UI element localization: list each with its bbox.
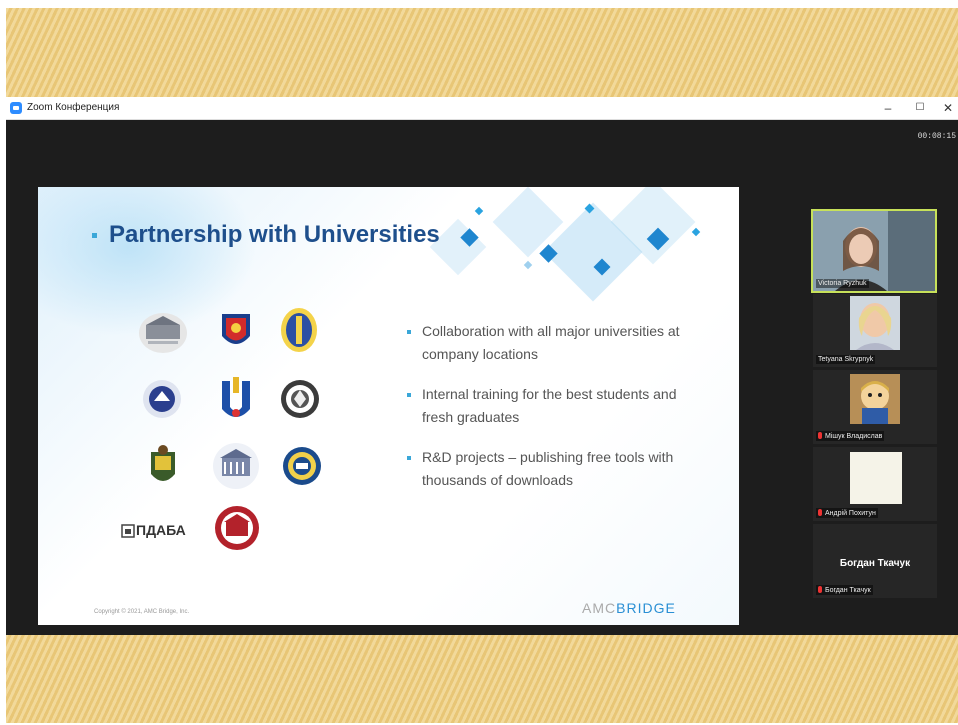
brand-logo: AMCBRIDGE bbox=[582, 600, 676, 616]
pdaba-logo-text: ПДАБА bbox=[136, 522, 186, 538]
university-logo bbox=[139, 313, 187, 353]
brand-part2: BRIDGE bbox=[616, 600, 676, 616]
university-logo bbox=[143, 380, 181, 418]
university-logo bbox=[283, 447, 321, 485]
participant-tile-victoria[interactable]: Victoria Ryzhuk bbox=[811, 209, 937, 293]
participant-name: Victoria Ryzhuk bbox=[816, 279, 869, 288]
bullet-marker bbox=[407, 393, 411, 397]
meeting-timer: 00:08:15 bbox=[917, 132, 956, 141]
muted-mic-icon bbox=[818, 509, 822, 516]
bullet-text: R&D projects – publishing free tools wit… bbox=[422, 449, 674, 488]
participant-avatar bbox=[850, 374, 900, 424]
title-bullet bbox=[92, 233, 97, 238]
participant-avatar bbox=[850, 452, 902, 504]
decor-diamond bbox=[523, 260, 533, 270]
slide-bullet: Collaboration with all major universitie… bbox=[405, 320, 705, 366]
university-logo bbox=[281, 380, 319, 418]
maximize-button[interactable]: ☐ bbox=[910, 99, 930, 117]
slide-bullet: Internal training for the best students … bbox=[405, 383, 705, 429]
university-logo bbox=[215, 506, 259, 550]
slide-bullet: R&D projects – publishing free tools wit… bbox=[405, 446, 705, 492]
participant-tile-bohdan[interactable]: Богдан Ткачук Богдан Ткачук bbox=[813, 524, 937, 598]
zoom-window: Zoom Конференция – ☐ ✕ 00:08:15 Partners… bbox=[6, 97, 958, 635]
decor-diamond bbox=[474, 206, 484, 216]
slide-title: Partnership with Universities bbox=[109, 221, 440, 248]
participant-tile-andriy[interactable]: Андрій Похитун bbox=[813, 447, 937, 521]
window-title: Zoom Конференция bbox=[27, 102, 120, 113]
muted-mic-icon bbox=[818, 586, 822, 593]
university-logo bbox=[222, 377, 250, 417]
participant-name: Мішук Владислав bbox=[816, 431, 885, 441]
participant-tile-mishuk[interactable]: Мішук Владислав bbox=[813, 370, 937, 444]
window-titlebar[interactable]: Zoom Конференция – ☐ ✕ bbox=[6, 97, 958, 120]
muted-mic-icon bbox=[818, 432, 822, 439]
decorative-band-top bbox=[6, 8, 958, 98]
bullet-marker bbox=[407, 330, 411, 334]
bullet-text: Internal training for the best students … bbox=[422, 386, 677, 425]
decor-diamond bbox=[691, 227, 701, 237]
participant-name: Богдан Ткачук bbox=[816, 585, 873, 595]
shared-screen-slide: Partnership with Universities ПДАБА Coll… bbox=[38, 187, 739, 625]
participant-avatar bbox=[850, 296, 900, 350]
participant-name-text: Богдан Ткачук bbox=[825, 587, 871, 594]
close-button[interactable]: ✕ bbox=[938, 99, 958, 117]
university-logo bbox=[222, 314, 250, 344]
slide-copyright: Copyright © 2021, AMC Bridge, Inc. bbox=[94, 609, 190, 615]
participant-name: Tetyana Skrypnyk bbox=[816, 355, 876, 364]
university-logo bbox=[213, 443, 259, 489]
university-logo bbox=[281, 308, 317, 352]
zoom-app-icon bbox=[10, 102, 22, 114]
pdaba-logo-icon bbox=[121, 524, 135, 538]
slide-bullet-list: Collaboration with all major universitie… bbox=[405, 320, 705, 509]
bullet-text: Collaboration with all major universitie… bbox=[422, 323, 680, 362]
participant-display-name: Богдан Ткачук bbox=[839, 558, 911, 569]
participant-name-text: Андрій Похитун bbox=[825, 510, 876, 517]
decorative-band-bottom bbox=[6, 633, 958, 723]
bullet-marker bbox=[407, 456, 411, 460]
minimize-button[interactable]: – bbox=[878, 99, 898, 117]
university-logo bbox=[151, 445, 175, 481]
participant-name: Андрій Похитун bbox=[816, 508, 878, 518]
participant-tile-tetyana[interactable]: Tetyana Skrypnyk bbox=[813, 294, 937, 367]
brand-part1: AMC bbox=[582, 600, 617, 616]
participant-name-text: Мішук Владислав bbox=[825, 433, 883, 440]
